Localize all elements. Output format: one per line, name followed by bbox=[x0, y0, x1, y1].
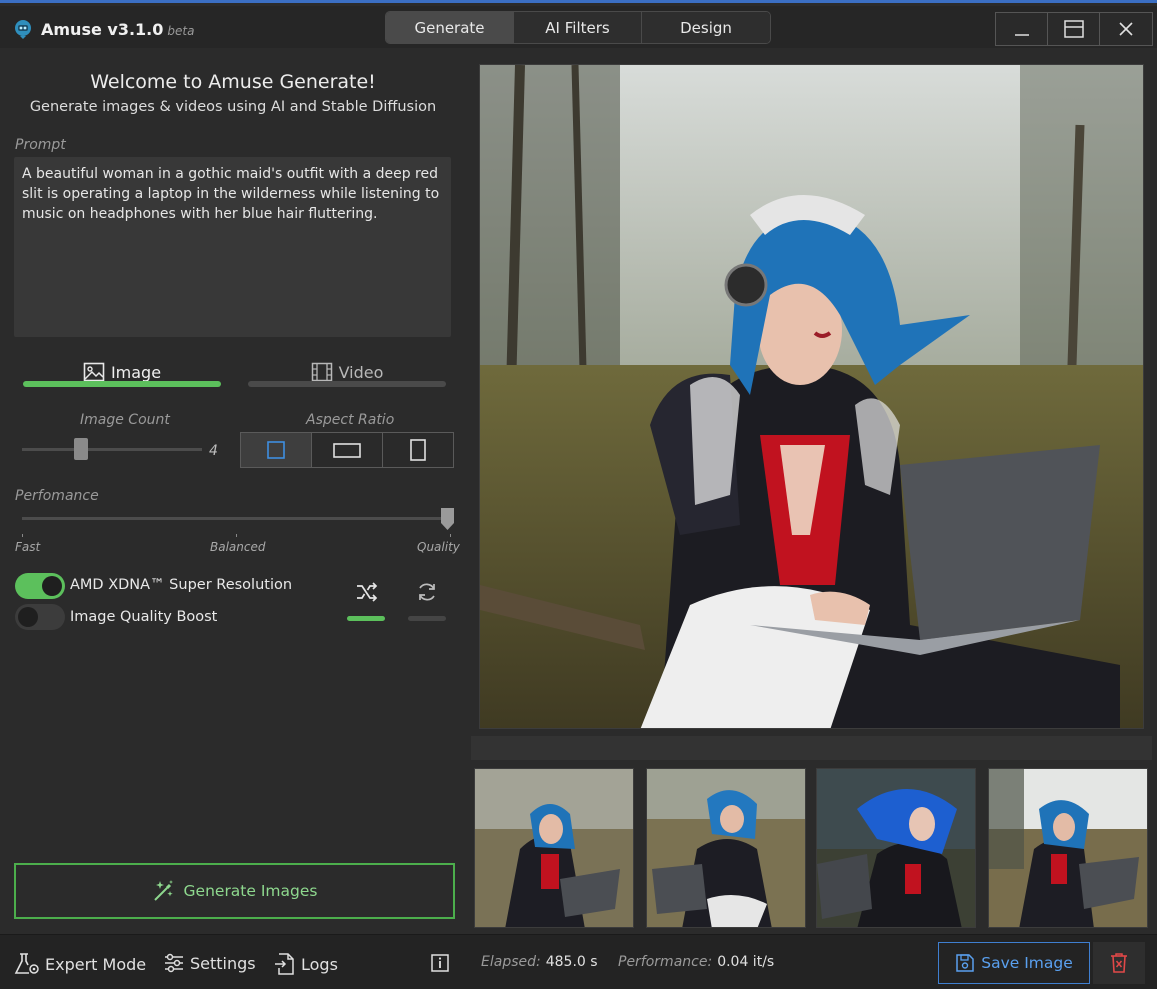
video-mode-label: Video bbox=[338, 362, 384, 382]
amuse-logo-icon bbox=[15, 20, 31, 39]
title-bar: Amuse v3.1.0 beta Generate AI Filters Des… bbox=[0, 6, 1157, 48]
image-mode-indicator bbox=[23, 381, 221, 387]
trash-icon bbox=[1111, 953, 1127, 973]
delete-image-button[interactable] bbox=[1093, 942, 1145, 984]
elapsed-stat: Elapsed: 485.0 s bbox=[481, 954, 598, 970]
app-title: Amuse v3.1.0 beta bbox=[41, 20, 194, 39]
log-file-icon bbox=[275, 953, 294, 975]
super-resolution-toggle[interactable] bbox=[15, 573, 65, 599]
aspect-portrait-button[interactable] bbox=[383, 433, 453, 467]
elapsed-value: 485.0 s bbox=[545, 954, 598, 970]
performance-slider-track[interactable] bbox=[22, 517, 452, 520]
square-aspect-icon bbox=[267, 441, 285, 459]
aspect-ratio-label: Aspect Ratio bbox=[306, 412, 395, 428]
tab-ai-filters[interactable]: AI Filters bbox=[514, 12, 642, 43]
random-seed-button[interactable] bbox=[345, 574, 389, 610]
aspect-landscape-button[interactable] bbox=[312, 433, 383, 467]
thumbnail-4-artwork bbox=[989, 769, 1147, 927]
image-count-value: 4 bbox=[209, 443, 218, 459]
refresh-icon bbox=[419, 583, 435, 601]
minimize-button[interactable] bbox=[996, 13, 1048, 45]
maximize-icon bbox=[1063, 20, 1084, 38]
image-count-slider-track[interactable] bbox=[22, 448, 202, 451]
logs-label: Logs bbox=[301, 954, 338, 974]
flask-icon bbox=[14, 953, 39, 974]
aspect-square-button[interactable] bbox=[241, 433, 312, 467]
thumbnail-1[interactable] bbox=[474, 768, 634, 928]
floppy-disk-icon bbox=[956, 954, 974, 972]
app-window: Amuse v3.1.0 beta Generate AI Filters Des… bbox=[0, 0, 1157, 989]
expert-mode-button[interactable]: Expert Mode bbox=[14, 952, 146, 976]
tick-quality bbox=[450, 534, 451, 537]
expert-mode-label: Expert Mode bbox=[45, 954, 147, 974]
image-count-slider-thumb[interactable] bbox=[74, 438, 88, 460]
performance-stat: Performance: 0.04 it/s bbox=[618, 954, 774, 970]
image-icon bbox=[83, 362, 105, 382]
app-title-text: Amuse v3.1.0 bbox=[41, 20, 164, 39]
status-bar: Expert Mode Settings Logs Elapsed: 485.0… bbox=[0, 934, 1157, 989]
reuse-seed-button[interactable] bbox=[405, 574, 449, 610]
maximize-button[interactable] bbox=[1048, 13, 1100, 45]
preview-image-artwork bbox=[480, 65, 1143, 728]
save-image-button[interactable]: Save Image bbox=[938, 942, 1090, 984]
thumbnail-2[interactable] bbox=[646, 768, 806, 928]
info-button[interactable] bbox=[430, 953, 450, 973]
performance-label: Perfomance bbox=[15, 488, 99, 504]
settings-button[interactable]: Settings bbox=[163, 952, 256, 974]
film-icon bbox=[311, 362, 332, 382]
image-count-label: Image Count bbox=[80, 412, 170, 428]
window-controls bbox=[995, 12, 1153, 46]
tick-label-quality: Quality bbox=[417, 540, 460, 554]
quality-boost-toggle[interactable] bbox=[15, 604, 65, 630]
welcome-subtitle: Generate images & videos using AI and St… bbox=[29, 99, 437, 115]
tab-design[interactable]: Design bbox=[642, 12, 770, 43]
welcome-title: Welcome to Amuse Generate! bbox=[90, 71, 376, 93]
settings-label: Settings bbox=[190, 953, 256, 973]
toggle-knob bbox=[18, 607, 38, 627]
tick-fast bbox=[22, 534, 23, 537]
image-mode-label: Image bbox=[110, 362, 162, 382]
thumbnail-4[interactable] bbox=[988, 768, 1148, 928]
thumbnail-2-artwork bbox=[647, 769, 805, 927]
video-mode-indicator bbox=[248, 381, 446, 387]
quality-boost-label: Image Quality Boost bbox=[70, 609, 218, 625]
close-button[interactable] bbox=[1100, 13, 1152, 45]
prompt-input[interactable]: A beautiful woman in a gothic maid's out… bbox=[14, 157, 451, 337]
performance-stat-value: 0.04 it/s bbox=[717, 954, 775, 970]
random-seed-indicator bbox=[347, 616, 385, 621]
toggle-knob bbox=[42, 576, 62, 596]
image-strip-divider bbox=[471, 736, 1152, 760]
generated-image-preview[interactable] bbox=[479, 64, 1144, 729]
main-tabs: Generate AI Filters Design bbox=[385, 11, 771, 44]
super-resolution-label: AMD XDNA™ Super Resolution bbox=[70, 577, 293, 593]
minimize-icon bbox=[1014, 34, 1029, 36]
thumbnail-3-artwork bbox=[817, 769, 975, 927]
beta-label: beta bbox=[167, 24, 195, 38]
tab-generate[interactable]: Generate bbox=[386, 12, 514, 43]
performance-stat-label: Performance: bbox=[618, 954, 713, 970]
reuse-seed-indicator bbox=[408, 616, 446, 621]
generate-images-label: Generate Images bbox=[183, 882, 318, 900]
tick-balanced bbox=[236, 534, 237, 537]
sliders-icon bbox=[165, 953, 183, 973]
magic-wand-icon bbox=[153, 880, 173, 901]
generate-images-button[interactable]: Generate Images bbox=[14, 863, 455, 919]
logs-button[interactable]: Logs bbox=[274, 952, 338, 976]
shuffle-icon bbox=[357, 582, 378, 602]
close-icon bbox=[1119, 22, 1133, 36]
aspect-ratio-group bbox=[240, 432, 454, 468]
info-icon bbox=[431, 954, 449, 972]
thumbnail-1-artwork bbox=[475, 769, 633, 927]
save-image-label: Save Image bbox=[981, 954, 1073, 972]
tick-label-balanced: Balanced bbox=[210, 540, 266, 554]
portrait-aspect-icon bbox=[410, 439, 426, 461]
thumbnail-3[interactable] bbox=[816, 768, 976, 928]
performance-slider-thumb[interactable] bbox=[440, 507, 455, 531]
tick-label-fast: Fast bbox=[15, 540, 41, 554]
output-panel bbox=[466, 48, 1157, 934]
landscape-aspect-icon bbox=[333, 443, 361, 458]
prompt-label: Prompt bbox=[15, 137, 66, 153]
settings-panel: Welcome to Amuse Generate! Generate imag… bbox=[0, 48, 466, 934]
elapsed-label: Elapsed: bbox=[481, 954, 541, 970]
